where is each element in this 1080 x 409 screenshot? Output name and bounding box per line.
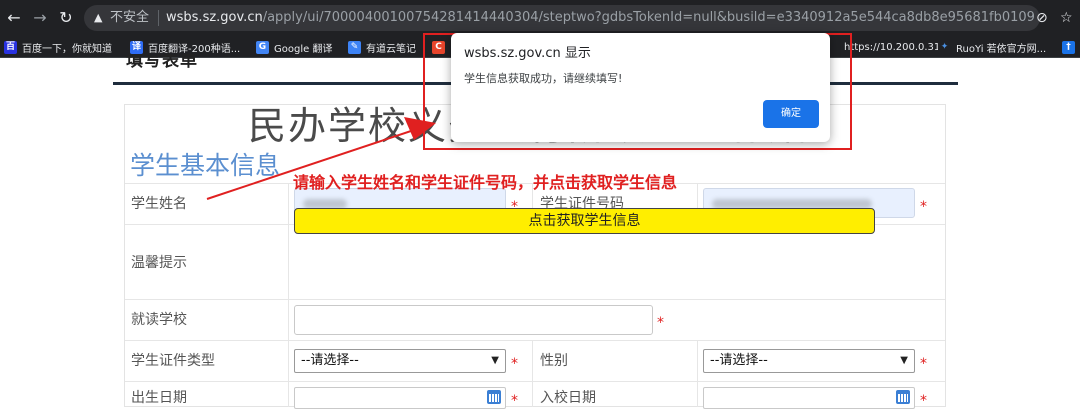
translate-icon: 译 — [130, 40, 143, 54]
calendar-icon[interactable] — [896, 390, 910, 404]
hint-text: 请输入学生姓名和学生证件号码，并点击获取学生信息 — [293, 173, 678, 192]
gender-value: --请选择-- — [710, 353, 768, 368]
student-name-label: 学生姓名 — [131, 196, 187, 212]
enroll-date-label: 入校日期 — [540, 390, 596, 406]
gender-select[interactable]: --请选择-- ▼ — [703, 349, 915, 373]
required-mark: * — [920, 199, 927, 215]
hint-label: 温馨提示 — [131, 255, 187, 271]
dialog-message: 学生信息获取成功，请继续填写! — [464, 72, 623, 85]
calendar-icon[interactable] — [487, 390, 501, 404]
school-label: 就读学校 — [131, 312, 187, 328]
reload-icon[interactable]: ↻ — [56, 8, 76, 28]
birth-date-input[interactable] — [294, 387, 506, 409]
dialog-title: wsbs.sz.gov.cn 显示 — [464, 46, 591, 61]
chevron-down-icon: ▼ — [900, 355, 908, 366]
bookmark-baidu[interactable]: 百 百度一下，你就知道 — [4, 38, 112, 56]
row-divider — [125, 381, 945, 382]
column-divider — [697, 340, 698, 407]
required-mark: * — [511, 356, 518, 372]
bookmark-ruoyi[interactable]: ✦ RuoYi 若依官方网... — [938, 38, 1046, 56]
id-type-label: 学生证件类型 — [131, 353, 215, 369]
row-divider — [125, 299, 945, 300]
bookmark-ip[interactable]: https://10.200.0.31 — [844, 38, 940, 56]
bookmark-youdao[interactable]: ✎ 有道云笔记 — [348, 38, 416, 56]
column-divider — [532, 340, 533, 407]
note-icon: ✎ — [348, 40, 361, 54]
url-text[interactable]: wsbs.sz.gov.cn/apply/ui/7000040010075428… — [166, 9, 1035, 27]
bookmark-pin[interactable]: † — [1062, 38, 1080, 56]
chevron-down-icon: ▼ — [491, 355, 499, 366]
eye-off-icon[interactable]: ⊘ — [1036, 8, 1048, 28]
birth-date-label: 出生日期 — [131, 390, 187, 406]
column-divider — [288, 183, 289, 407]
fetch-student-info-button[interactable]: 点击获取学生信息 — [294, 208, 875, 234]
security-label[interactable]: 不安全 — [110, 9, 149, 27]
pin-icon: † — [1062, 40, 1075, 54]
required-mark: * — [657, 315, 664, 331]
star-icon[interactable]: ☆ — [1060, 8, 1073, 28]
enroll-date-input[interactable] — [703, 387, 915, 409]
address-bar[interactable]: ▲ 不安全 wsbs.sz.gov.cn/apply/ui/7000040010… — [84, 5, 1040, 31]
page-header: 填写表单 — [126, 54, 198, 68]
section-title: 学生基本信息 — [130, 151, 281, 180]
bookmark-google-translate[interactable]: G Google 翻译 — [256, 38, 332, 56]
forward-arrow-icon[interactable]: → — [30, 8, 50, 28]
id-type-value: --请选择-- — [301, 353, 359, 368]
alert-dialog: wsbs.sz.gov.cn 显示 学生信息获取成功，请继续填写! 确定 — [451, 33, 830, 142]
ruoyi-icon: ✦ — [938, 40, 951, 54]
google-translate-icon: G — [256, 40, 269, 54]
warning-icon: ▲ — [94, 11, 103, 24]
back-arrow-icon[interactable]: ← — [4, 8, 24, 28]
dialog-ok-button[interactable]: 确定 — [763, 100, 819, 128]
paw-icon: 百 — [4, 40, 17, 54]
gender-label: 性别 — [540, 353, 568, 369]
required-mark: * — [920, 356, 927, 372]
row-divider — [125, 340, 945, 341]
browser-toolbar: ← → ↻ ▲ 不安全 wsbs.sz.gov.cn/apply/ui/7000… — [0, 0, 1080, 36]
school-input[interactable] — [294, 305, 653, 335]
url-divider — [158, 10, 159, 26]
id-type-select[interactable]: --请选择-- ▼ — [294, 349, 506, 373]
